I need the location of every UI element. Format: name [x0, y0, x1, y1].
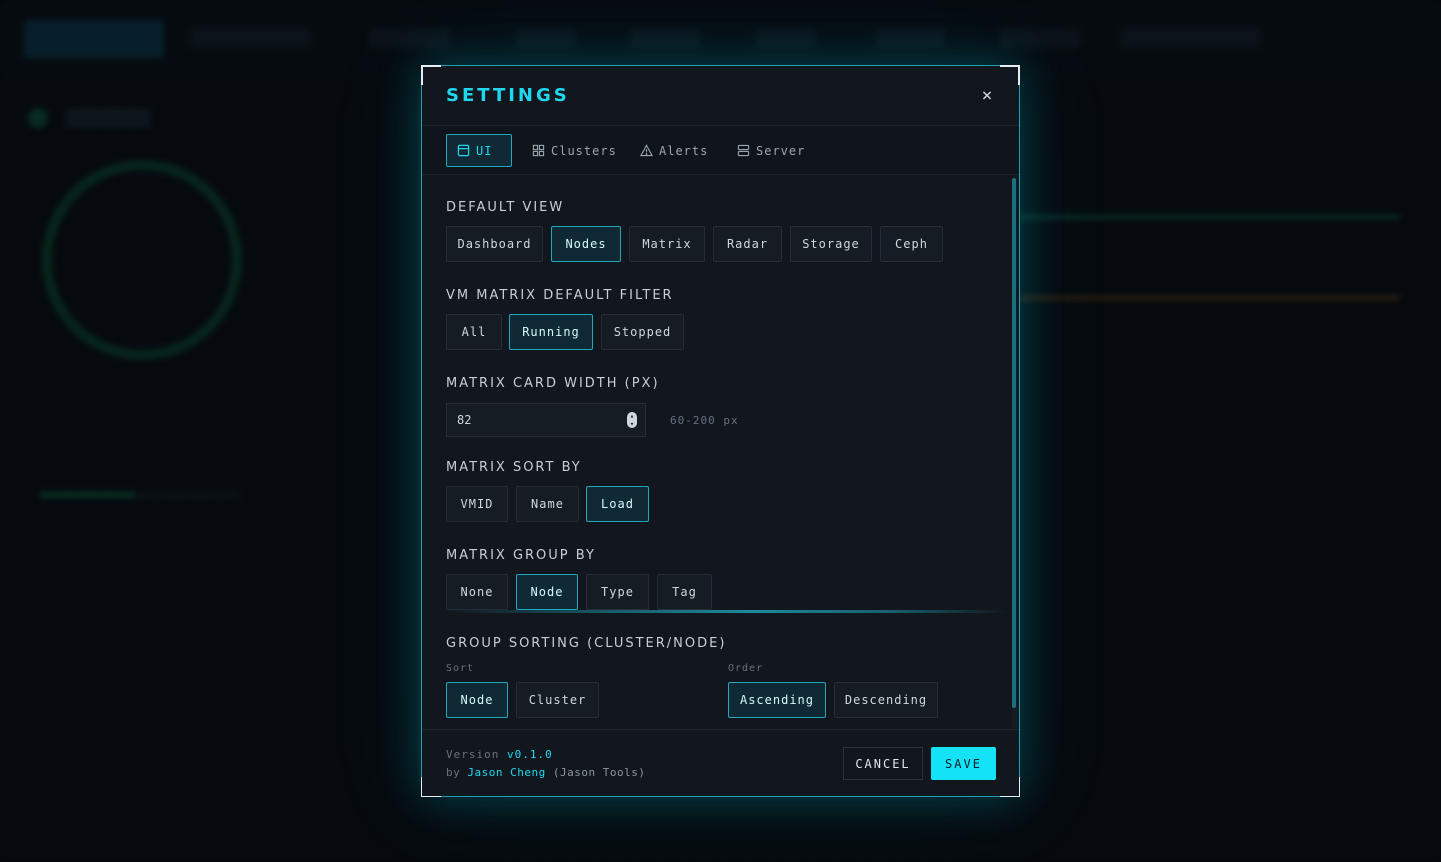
sort-option-vmid[interactable]: VMID — [446, 486, 508, 522]
view-option-nodes[interactable]: Nodes — [551, 226, 621, 262]
tab-ui[interactable]: UI — [446, 134, 512, 167]
tab-label: UI — [476, 143, 493, 158]
save-button[interactable]: SAVE — [931, 747, 996, 780]
settings-tabs: UI Clusters Alerts Server — [422, 126, 1019, 175]
order-option-descending[interactable]: Descending — [834, 682, 938, 718]
server-icon — [737, 144, 750, 157]
order-option-ascending[interactable]: Ascending — [728, 682, 826, 718]
group-sort-option-cluster[interactable]: Cluster — [516, 682, 599, 718]
cancel-button[interactable]: CANCEL — [843, 747, 923, 780]
settings-content: DEFAULT VIEW Dashboard Nodes Matrix Rada… — [422, 176, 1019, 729]
card-width-input[interactable]: 82 ▴ ▾ — [446, 403, 646, 437]
default-view-label: DEFAULT VIEW — [446, 200, 565, 215]
modal-header: SETTINGS × — [422, 66, 1019, 126]
sort-option-load[interactable]: Load — [586, 486, 649, 522]
author-org: (Jason Tools) — [552, 766, 646, 779]
filter-option-running[interactable]: Running — [509, 314, 593, 350]
card-width-value: 82 — [457, 413, 472, 427]
sort-sublabel: Sort — [446, 663, 475, 674]
stepper-icon[interactable]: ▴ ▾ — [627, 412, 637, 428]
vm-filter-label: VM MATRIX DEFAULT FILTER — [446, 288, 674, 303]
window-icon — [457, 144, 470, 157]
modal-footer: Version v0.1.0 by Jason Cheng (Jason Too… — [422, 729, 1019, 796]
grid-icon — [532, 144, 545, 157]
author-link[interactable]: Jason Cheng — [467, 766, 545, 779]
view-option-radar[interactable]: Radar — [713, 226, 782, 262]
version-prefix: Version — [446, 748, 500, 761]
author-info: by Jason Cheng (Jason Tools) — [446, 766, 645, 779]
order-sublabel: Order — [728, 663, 764, 674]
sort-by-label: MATRIX SORT BY — [446, 460, 582, 475]
group-option-node[interactable]: Node — [516, 574, 578, 610]
tab-clusters[interactable]: Clusters — [522, 134, 627, 167]
group-option-tag[interactable]: Tag — [657, 574, 712, 610]
settings-modal: SETTINGS × UI Clusters Alerts Server DEF… — [421, 65, 1020, 797]
card-width-label: MATRIX CARD WIDTH (PX) — [446, 376, 660, 391]
view-option-dashboard[interactable]: Dashboard — [446, 226, 543, 262]
close-icon[interactable]: × — [977, 86, 997, 106]
modal-title: SETTINGS — [446, 85, 570, 106]
warning-icon — [640, 144, 653, 157]
tab-server[interactable]: Server — [727, 134, 815, 167]
group-option-type[interactable]: Type — [586, 574, 649, 610]
card-width-hint: 60-200 px — [670, 414, 739, 427]
view-option-storage[interactable]: Storage — [790, 226, 872, 262]
tab-label: Clusters — [551, 143, 617, 158]
tab-label: Alerts — [659, 143, 709, 158]
view-option-ceph[interactable]: Ceph — [880, 226, 943, 262]
author-by: by — [446, 766, 461, 779]
filter-option-stopped[interactable]: Stopped — [601, 314, 684, 350]
filter-option-all[interactable]: All — [446, 314, 502, 350]
sort-option-name[interactable]: Name — [516, 486, 579, 522]
view-option-matrix[interactable]: Matrix — [629, 226, 705, 262]
tab-alerts[interactable]: Alerts — [630, 134, 718, 167]
group-option-none[interactable]: None — [446, 574, 508, 610]
version-info: Version v0.1.0 — [446, 748, 553, 761]
version-number: v0.1.0 — [506, 748, 553, 761]
group-by-label: MATRIX GROUP BY — [446, 548, 596, 563]
group-sorting-label: GROUP SORTING (CLUSTER/NODE) — [446, 636, 727, 651]
tab-label: Server — [756, 143, 806, 158]
section-divider — [446, 610, 1006, 613]
scrollbar-thumb[interactable] — [1012, 178, 1016, 708]
group-sort-option-node[interactable]: Node — [446, 682, 508, 718]
